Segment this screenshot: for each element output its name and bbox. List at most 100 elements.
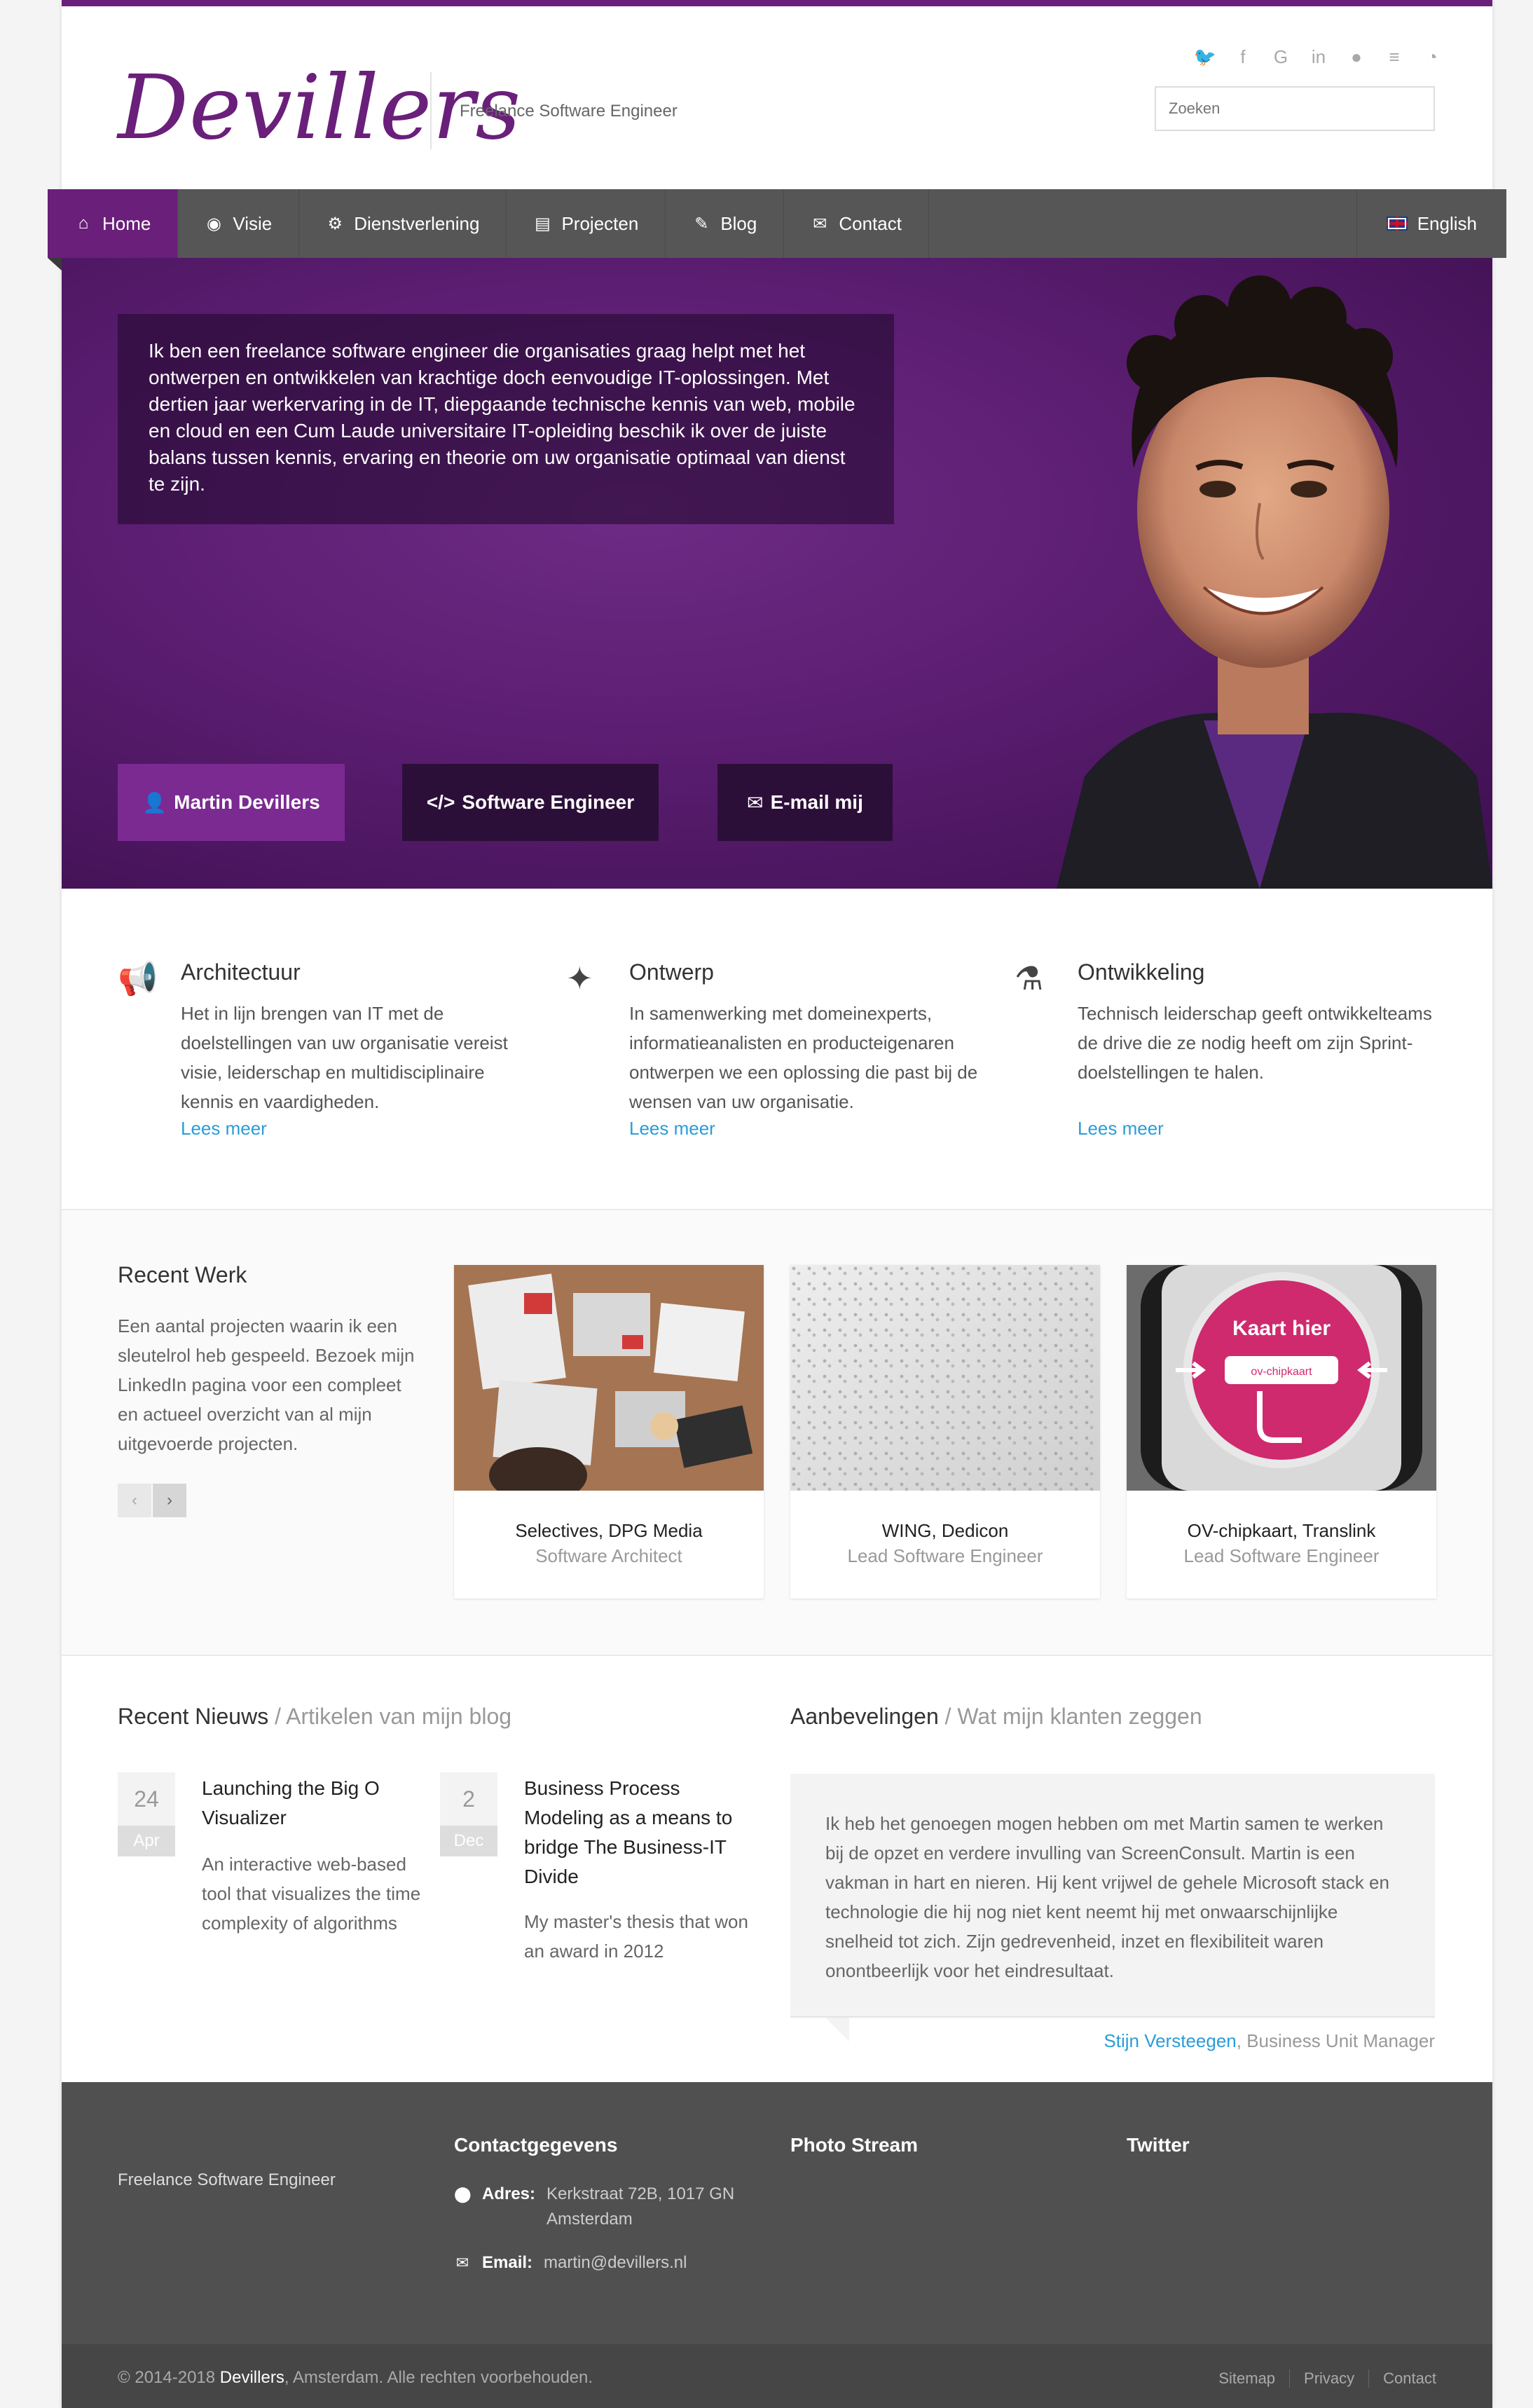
date-month: Dec	[440, 1826, 497, 1856]
project-thumbnail: Kaart hier ov-chipkaart	[1127, 1265, 1436, 1491]
facebook-icon[interactable]: f	[1230, 44, 1256, 69]
address-label: Adres:	[482, 2184, 536, 2203]
carousel-controls: ‹ ›	[118, 1484, 186, 1517]
map-marker-icon: ⬤	[454, 2185, 472, 2203]
footer-link-sitemap[interactable]: Sitemap	[1204, 2369, 1289, 2388]
date-day: 24	[118, 1772, 175, 1826]
contact-heading: Contactgegevens	[454, 2134, 618, 2156]
email-row: ✉ Email: martin@devillers.nl	[454, 2250, 687, 2276]
news-item-title[interactable]: Launching the Big O Visualizer	[202, 1774, 426, 1833]
linkedin-icon[interactable]: in	[1306, 44, 1331, 69]
search-input[interactable]	[1155, 86, 1435, 131]
email-value[interactable]: martin@devillers.nl	[544, 2250, 687, 2276]
recommendations-subtitle: / Wat mijn klanten zeggen	[938, 1704, 1202, 1729]
author-role: , Business Unit Manager	[1236, 2030, 1435, 2051]
project-title: Selectives, DPG Media	[515, 1520, 703, 1541]
copyright: © 2014-2018 Devillers, Amsterdam. Alle r…	[118, 2368, 593, 2388]
nav-item-projecten[interactable]: ▤ Projecten	[507, 189, 666, 258]
footer-tagline: Freelance Software Engineer	[118, 2170, 336, 2189]
news-title-main: Recent Nieuws	[118, 1704, 269, 1729]
email-label: Email:	[482, 2253, 533, 2272]
footer-link-privacy[interactable]: Privacy	[1289, 2369, 1368, 2388]
project-title: OV-chipkaart, Translink	[1187, 1520, 1376, 1541]
page: Devillers Freelance Software Engineer 🐦 …	[48, 0, 1506, 2408]
feature-title: Architectuur	[181, 959, 301, 985]
role-button[interactable]: </> Software Engineer	[402, 764, 659, 841]
nav-item-contact[interactable]: ✉ Contact	[784, 189, 929, 258]
name-button[interactable]: 👤 Martin Devillers	[118, 764, 345, 841]
project-role: Software Architect	[535, 1545, 682, 1566]
rss-icon[interactable]: ◔	[1419, 44, 1445, 69]
recent-work-description: Een aantal projecten waarin ik een sleut…	[118, 1315, 415, 1454]
testimonial-quote: Ik heb het genoegen mogen hebben om met …	[790, 1774, 1435, 2018]
project-role: Lead Software Engineer	[1183, 1545, 1380, 1566]
twitter-heading: Twitter	[1127, 2134, 1190, 2156]
megaphone-icon: 📢	[118, 960, 158, 997]
address-row: ⬤ Adres: Kerkstraat 72B, 1017 GN Amsterd…	[454, 2182, 757, 2232]
quote-underline	[790, 2016, 1435, 2018]
google-plus-icon[interactable]: G	[1268, 44, 1293, 69]
code-icon: </>	[426, 791, 455, 813]
envelope-icon: ✉	[455, 2254, 469, 2271]
nav-label: Home	[102, 212, 151, 234]
date-day: 2	[440, 1772, 497, 1826]
logo-divider	[430, 72, 432, 149]
project-role: Lead Software Engineer	[847, 1545, 1043, 1566]
section-divider	[62, 1655, 1492, 1656]
project-card[interactable]: Kaart hier ov-chipkaart OV-chipkaart, Tr…	[1127, 1265, 1436, 1599]
nav-item-dienstverlening[interactable]: ⚙ Dienstverlening	[299, 189, 507, 258]
author-name[interactable]: Stijn Versteegen	[1104, 2030, 1236, 2051]
social-links: 🐦 f G in ● ≡ ◔	[1192, 44, 1445, 69]
recent-work-title: Recent Werk	[118, 1262, 247, 1287]
nav-label: Blog	[720, 212, 757, 234]
language-switch[interactable]: English	[1356, 189, 1506, 258]
nav-item-home[interactable]: ⌂ Home	[48, 189, 179, 258]
footer-link-contact[interactable]: Contact	[1368, 2369, 1436, 2388]
hero-intro: Ik ben een freelance software engineer d…	[118, 314, 894, 524]
feature-title: Ontwikkeling	[1078, 959, 1205, 985]
nav-item-visie[interactable]: ◉ Visie	[178, 189, 300, 258]
github-icon[interactable]: ●	[1344, 44, 1369, 69]
news-item-text: An interactive web-based tool that visua…	[202, 1854, 421, 1934]
project-card[interactable]: WING, Dedicon Lead Software Engineer	[790, 1265, 1100, 1599]
portrait-photo	[1057, 275, 1492, 889]
project-title: WING, Dedicon	[881, 1520, 1009, 1541]
role-button-label: Software Engineer	[462, 791, 635, 813]
feature-text: Technisch leiderschap geeft ontwikkeltea…	[1078, 1003, 1432, 1083]
project-thumbnail	[454, 1265, 764, 1491]
copyright-brand[interactable]: Devillers	[220, 2368, 284, 2387]
uk-flag-icon	[1386, 217, 1408, 231]
feature-title: Ontwerp	[629, 959, 714, 985]
name-button-label: Martin Devillers	[174, 791, 320, 813]
copyright-prefix: © 2014-2018	[118, 2368, 220, 2387]
news-item-title[interactable]: Business Process Modeling as a means to …	[524, 1774, 748, 1891]
gear-icon: ⚙	[327, 214, 343, 233]
site-logo[interactable]: Devillers	[118, 62, 521, 153]
envelope-icon: ✉	[813, 214, 827, 233]
project-card[interactable]: Selectives, DPG Media Software Architect	[454, 1265, 764, 1599]
project-thumbnail	[790, 1265, 1100, 1491]
footer-bottom-bar: © 2014-2018 Devillers, Amsterdam. Alle r…	[62, 2344, 1492, 2408]
briefcase-icon: ▤	[535, 214, 551, 233]
read-more-link[interactable]: Lees meer	[181, 1118, 267, 1140]
copyright-suffix: , Amsterdam. Alle rechten voorbehouden.	[284, 2368, 593, 2387]
date-month: Apr	[118, 1826, 175, 1856]
hero-banner: Ik ben een freelance software engineer d…	[62, 258, 1492, 889]
magic-wand-icon: ✦	[566, 960, 593, 997]
chevron-left-icon[interactable]: ‹	[118, 1484, 151, 1517]
read-more-link[interactable]: Lees meer	[629, 1118, 715, 1140]
email-button[interactable]: ✉ E-mail mij	[717, 764, 893, 841]
news-title: Recent Nieuws / Artikelen van mijn blog	[118, 1704, 511, 1730]
twitter-icon[interactable]: 🐦	[1192, 44, 1218, 69]
chevron-right-icon[interactable]: ›	[153, 1484, 186, 1517]
home-icon: ⌂	[78, 214, 89, 233]
features-section: 📢 Architectuur Het in lijn brengen van I…	[118, 945, 1435, 1156]
date-badge: 24 Apr	[118, 1772, 175, 1856]
feature-text: Het in lijn brengen van IT met de doelst…	[181, 1003, 508, 1112]
nav-item-blog[interactable]: ✎ Blog	[666, 189, 785, 258]
sign-label: ov-chipkaart	[1251, 1366, 1312, 1378]
recommendations-title: Aanbevelingen / Wat mijn klanten zeggen	[790, 1704, 1202, 1730]
stackoverflow-icon[interactable]: ≡	[1382, 44, 1407, 69]
read-more-link[interactable]: Lees meer	[1078, 1118, 1164, 1140]
